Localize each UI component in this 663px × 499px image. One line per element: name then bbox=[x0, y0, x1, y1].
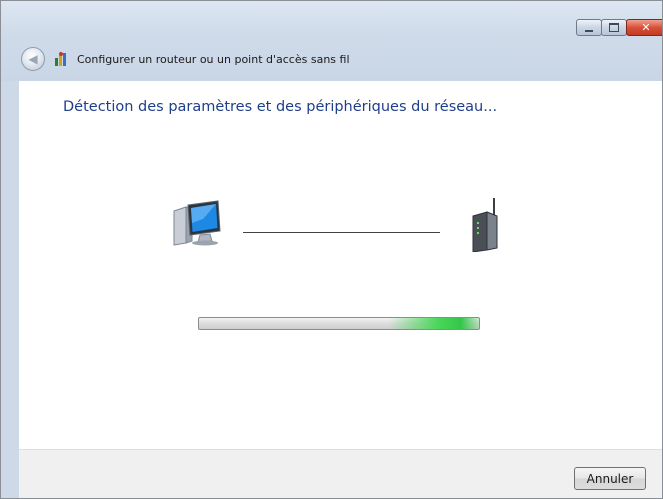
content-area: Détection des paramètres et des périphér… bbox=[19, 81, 662, 449]
wireless-router-icon bbox=[472, 198, 498, 252]
button-bar: Annuler bbox=[19, 449, 662, 498]
window-controls: ✕ bbox=[576, 19, 662, 37]
title-bar[interactable]: ✕ ◀ Configurer un routeur ou un point d'… bbox=[1, 1, 662, 81]
window-title: Configurer un routeur ou un point d'accè… bbox=[77, 52, 350, 66]
navigation-row: ◀ Configurer un routeur ou un point d'ac… bbox=[21, 45, 350, 73]
maximize-button[interactable] bbox=[601, 19, 627, 36]
wizard-window: ✕ ◀ Configurer un routeur ou un point d'… bbox=[0, 0, 663, 499]
page-heading: Détection des paramètres et des périphér… bbox=[63, 99, 498, 115]
computer-icon bbox=[173, 200, 221, 246]
minimize-icon bbox=[585, 29, 593, 32]
cancel-button[interactable]: Annuler bbox=[574, 467, 646, 490]
back-arrow-icon: ◀ bbox=[28, 52, 38, 66]
progress-bar-highlight bbox=[389, 318, 479, 329]
maximize-icon bbox=[609, 23, 619, 32]
minimize-button[interactable] bbox=[576, 19, 602, 36]
network-wizard-icon bbox=[55, 52, 66, 66]
close-icon: ✕ bbox=[641, 21, 651, 34]
close-button[interactable]: ✕ bbox=[626, 19, 662, 36]
progress-bar bbox=[198, 317, 480, 330]
connection-line bbox=[243, 232, 440, 233]
back-button[interactable]: ◀ bbox=[21, 47, 45, 71]
